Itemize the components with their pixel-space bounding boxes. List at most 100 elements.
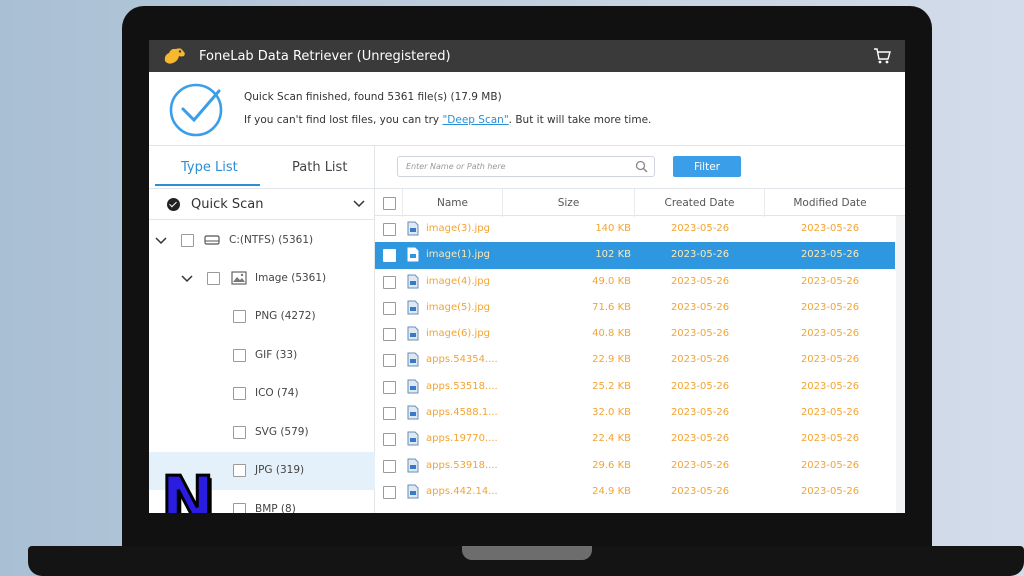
tab-type-list[interactable]: Type List <box>181 160 238 175</box>
window-title: FoneLab Data Retriever (Unregistered) <box>199 48 451 64</box>
deep-scan-link[interactable]: "Deep Scan" <box>442 114 508 126</box>
tree-label: SVG (579) <box>255 426 309 438</box>
row-checkbox[interactable] <box>383 354 396 368</box>
file-icon <box>407 300 419 315</box>
checkbox[interactable] <box>233 503 246 513</box>
table-row[interactable]: image(5).jpg 71.6 KB 2023-05-26 2023-05-26 <box>375 295 905 321</box>
checkbox[interactable] <box>233 426 246 439</box>
table-row[interactable]: image(1).jpg 102 KB 2023-05-26 2023-05-26 <box>375 242 895 269</box>
row-checkbox[interactable] <box>383 275 396 289</box>
laptop-notch <box>462 546 592 560</box>
drive-icon <box>204 235 220 245</box>
table-row[interactable]: apps.54354.... 22.9 KB 2023-05-26 2023-05-2… <box>375 347 905 373</box>
table-row[interactable]: apps.53518.... 25.2 KB 2023-05-26 2023-05-2… <box>375 374 905 400</box>
table-row[interactable]: apps.53918.... 29.6 KB 2023-05-26 2023-05-2… <box>375 453 905 479</box>
file-name: apps.19770.... <box>426 433 498 445</box>
scan-complete-check-icon <box>169 83 223 137</box>
chevron-down-icon[interactable] <box>155 236 167 246</box>
cart-icon[interactable] <box>873 47 891 65</box>
row-checkbox[interactable] <box>383 433 396 447</box>
scan-mode-label: Quick Scan <box>191 197 264 212</box>
file-modified-date: 2023-05-26 <box>800 459 860 471</box>
row-checkbox[interactable] <box>383 485 396 499</box>
file-icon <box>407 326 419 341</box>
file-created-date: 2023-05-26 <box>670 275 730 287</box>
row-checkbox[interactable] <box>383 223 396 236</box>
file-icon <box>407 458 419 473</box>
chevron-down-icon <box>353 200 365 208</box>
file-rows: image(3).jpg 140 KB 2023-05-26 2023-05-26 im… <box>375 216 905 505</box>
select-all-checkbox[interactable] <box>383 197 396 210</box>
tree-node-gif[interactable]: GIF (33) <box>149 337 375 375</box>
column-modified-date[interactable]: Modified Date <box>765 189 895 217</box>
file-created-date: 2023-05-26 <box>670 407 730 419</box>
file-modified-date: 2023-05-26 <box>800 249 860 261</box>
file-size: 29.6 KB <box>592 459 631 471</box>
file-name: image(4).jpg <box>426 275 490 287</box>
tree-label: C:(NTFS) (5361) <box>229 234 314 246</box>
title-bar: FoneLab Data Retriever (Unregistered) <box>149 40 905 72</box>
checkbox[interactable] <box>233 310 246 323</box>
file-name: image(3).jpg <box>426 223 490 234</box>
table-row[interactable]: image(6).jpg 40.8 KB 2023-05-26 2023-05-26 <box>375 321 905 347</box>
search-icon[interactable] <box>635 160 648 173</box>
column-name[interactable]: Name <box>403 189 503 217</box>
file-size: 49.0 KB <box>592 275 631 287</box>
tree-label: ICO (74) <box>255 387 299 399</box>
file-icon <box>407 274 419 289</box>
file-created-date: 2023-05-26 <box>670 459 730 471</box>
row-checkbox[interactable] <box>383 301 396 315</box>
scrollbar[interactable] <box>896 216 905 513</box>
row-checkbox[interactable] <box>383 459 396 473</box>
file-created-date: 2023-05-26 <box>670 433 730 445</box>
app-logo-icon <box>164 48 185 64</box>
tree-node-ico[interactable]: ICO (74) <box>149 375 375 413</box>
active-tab-indicator <box>155 184 260 186</box>
deep-scan-hint: If you can't find lost files, you can tr… <box>244 114 651 126</box>
tab-path-list[interactable]: Path List <box>292 160 347 175</box>
file-modified-date: 2023-05-26 <box>800 485 860 497</box>
type-tree-panel: Type List Path List Quick Scan C:(NTFS) … <box>149 146 375 513</box>
search-input[interactable] <box>406 159 626 174</box>
tree-label: JPG (319) <box>255 464 305 476</box>
file-icon <box>407 352 419 367</box>
table-row[interactable]: apps.442.14... 24.9 KB 2023-05-26 2023-05-2… <box>375 479 905 505</box>
file-modified-date: 2023-05-26 <box>800 275 860 287</box>
scan-mode-dropdown[interactable]: Quick Scan <box>149 188 375 220</box>
row-checkbox[interactable] <box>383 328 396 342</box>
file-name: apps.53518.... <box>426 380 498 392</box>
checkbox[interactable] <box>233 464 246 477</box>
image-icon <box>231 271 247 285</box>
file-icon <box>407 405 419 420</box>
tree-node-png[interactable]: PNG (4272) <box>149 298 375 336</box>
file-name: image(6).jpg <box>426 328 490 340</box>
file-created-date: 2023-05-26 <box>670 301 730 313</box>
file-icon <box>407 379 419 394</box>
checkbox[interactable] <box>207 272 220 285</box>
table-row[interactable]: image(4).jpg 49.0 KB 2023-05-26 2023-05-26 <box>375 269 905 295</box>
table-header: Name Size Created Date Modified Date <box>375 188 905 217</box>
file-icon <box>407 247 419 262</box>
file-icon <box>407 221 419 236</box>
table-row[interactable]: image(3).jpg 140 KB 2023-05-26 2023-05-26 <box>375 216 905 242</box>
row-checkbox[interactable] <box>383 380 396 394</box>
table-row[interactable]: apps.19770.... 22.4 KB 2023-05-26 2023-05-2… <box>375 426 905 452</box>
tree-node-drive[interactable]: C:(NTFS) (5361) <box>149 222 375 260</box>
column-size[interactable]: Size <box>503 189 635 217</box>
checkbox[interactable] <box>233 387 246 400</box>
row-checkbox[interactable] <box>383 407 396 421</box>
app-window: FoneLab Data Retriever (Unregistered) Qu… <box>149 40 905 513</box>
row-checkbox[interactable] <box>383 249 396 263</box>
header-checkbox-cell <box>375 189 403 217</box>
column-created-date[interactable]: Created Date <box>635 189 765 217</box>
file-name: apps.4588.1... <box>426 407 498 419</box>
tree-node-image[interactable]: Image (5361) <box>149 260 375 298</box>
tree-node-svg[interactable]: SVG (579) <box>149 414 375 452</box>
checkbox[interactable] <box>181 234 194 247</box>
chevron-down-icon[interactable] <box>181 274 193 284</box>
file-size: 40.8 KB <box>592 328 631 340</box>
checkbox[interactable] <box>233 349 246 362</box>
filter-button[interactable]: Filter <box>673 156 741 177</box>
table-row[interactable]: apps.4588.1... 32.0 KB 2023-05-26 2023-05-2… <box>375 400 905 426</box>
file-size: 71.6 KB <box>592 301 631 313</box>
